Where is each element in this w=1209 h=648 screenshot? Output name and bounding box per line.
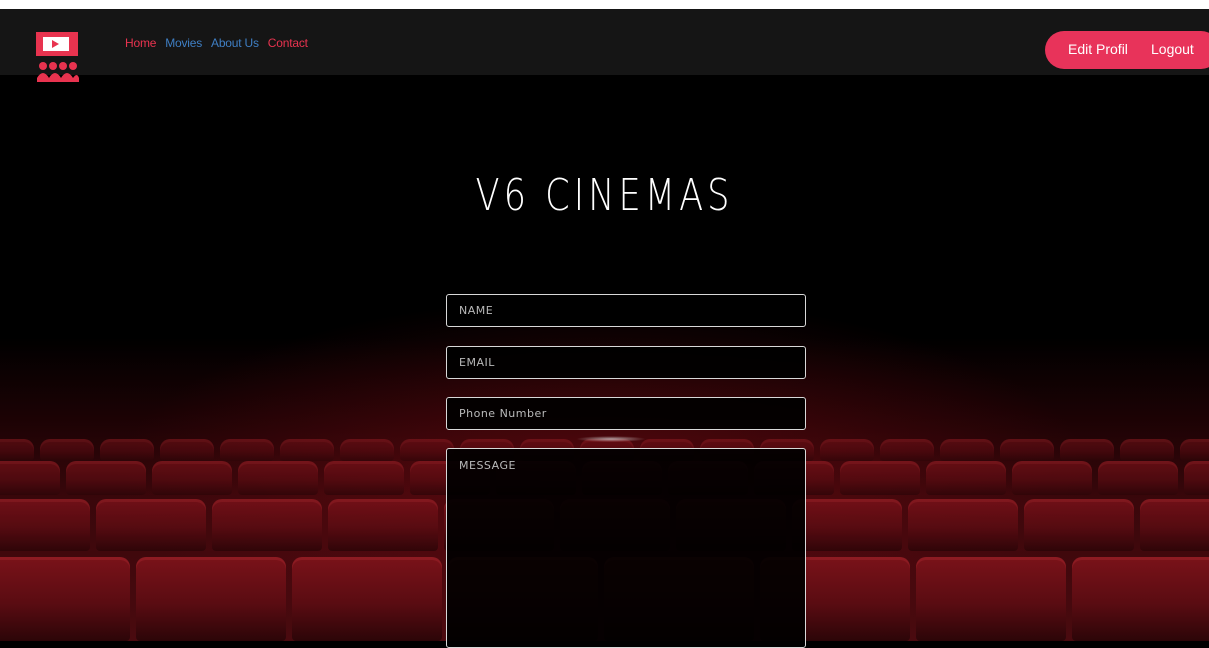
cinema-seat	[880, 439, 934, 461]
cinema-seat	[940, 439, 994, 461]
page-title: V6 CINEMAS	[475, 170, 734, 221]
cinema-seat	[152, 461, 232, 495]
nav-contact-link[interactable]: Contact	[268, 36, 308, 50]
cinema-seat	[820, 439, 874, 461]
cinema-seat	[0, 461, 60, 495]
cinema-seat	[840, 461, 920, 495]
name-field[interactable]	[446, 294, 806, 327]
cinema-seat	[1098, 461, 1178, 495]
cinema-seat	[0, 439, 34, 461]
nav-home-link[interactable]: Home	[125, 36, 156, 50]
cinema-seat	[1180, 439, 1209, 461]
cinema-seat	[40, 439, 94, 461]
nav-links: Home Movies About Us Contact	[125, 36, 308, 50]
cinema-seat	[100, 439, 154, 461]
cinema-seat	[916, 557, 1066, 641]
cinema-seat	[1012, 461, 1092, 495]
cinema-seat	[328, 499, 438, 551]
cinema-seat	[96, 499, 206, 551]
message-field[interactable]	[446, 448, 806, 648]
cinema-seat	[66, 461, 146, 495]
nav-movies-link[interactable]: Movies	[165, 36, 202, 50]
cinema-seat	[1184, 461, 1209, 495]
cinema-seat	[0, 499, 90, 551]
cinema-logo-icon[interactable]	[33, 32, 81, 88]
cinema-seat	[1024, 499, 1134, 551]
edit-profile-button[interactable]: Edit Profil	[1068, 41, 1128, 57]
cinema-seat	[220, 439, 274, 461]
cinema-seat	[1072, 557, 1209, 641]
cinema-seat	[136, 557, 286, 641]
cinema-seat	[160, 439, 214, 461]
cinema-seat	[1120, 439, 1174, 461]
cinema-seat	[238, 461, 318, 495]
cinema-seat	[324, 461, 404, 495]
cinema-seat	[908, 499, 1018, 551]
cinema-seat	[292, 557, 442, 641]
account-actions: Edit Profil Logout	[1045, 31, 1209, 69]
phone-field[interactable]	[446, 397, 806, 430]
cinema-seat	[1000, 439, 1054, 461]
cinema-seat	[792, 499, 902, 551]
cinema-seat	[1060, 439, 1114, 461]
cinema-seat	[340, 439, 394, 461]
light-glow	[576, 436, 646, 442]
cinema-seat	[0, 557, 130, 641]
cinema-seat	[926, 461, 1006, 495]
cinema-seat	[280, 439, 334, 461]
nav-about-link[interactable]: About Us	[211, 36, 259, 50]
cinema-seat	[212, 499, 322, 551]
cinema-seat	[1140, 499, 1209, 551]
email-field[interactable]	[446, 346, 806, 379]
top-border	[0, 0, 1209, 9]
logout-button[interactable]: Logout	[1151, 41, 1194, 57]
navbar: Home Movies About Us Contact Edit Profil…	[0, 9, 1209, 82]
